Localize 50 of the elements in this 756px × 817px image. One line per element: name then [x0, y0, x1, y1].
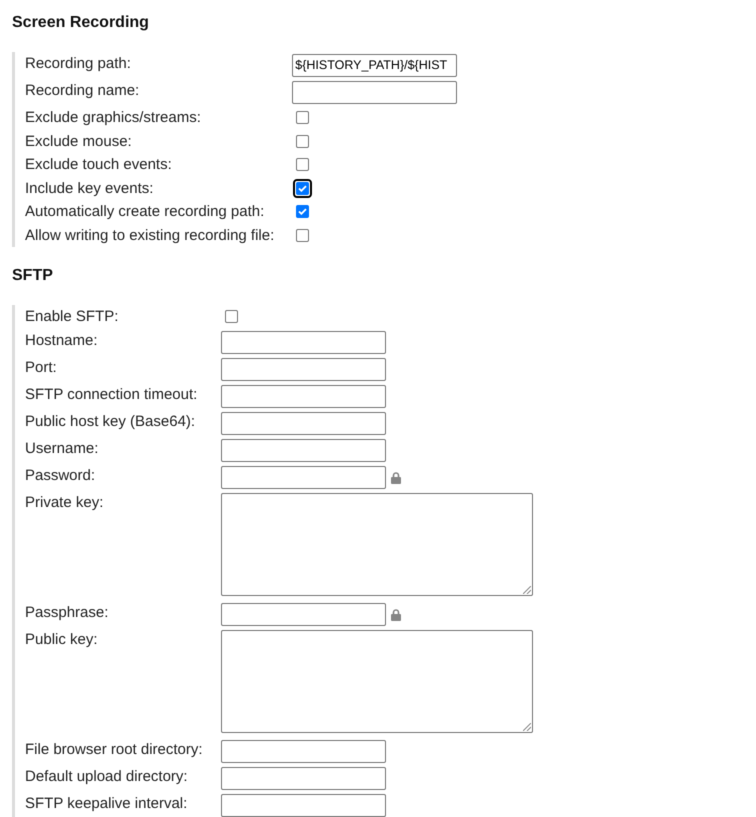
field-label: Public key:: [25, 630, 99, 650]
lock-icon: [390, 472, 401, 484]
field-label: Include key events:: [25, 178, 154, 198]
text-field[interactable]: [220, 412, 386, 434]
text-field[interactable]: [220, 766, 386, 790]
text-field[interactable]: [220, 602, 386, 626]
field-label: Recording name:: [25, 81, 140, 101]
text-field[interactable]: [220, 358, 386, 380]
section-heading: Screen Recording: [12, 13, 150, 33]
field-label: Password:: [25, 466, 96, 486]
checkbox[interactable]: [296, 228, 310, 242]
resize-grip-icon[interactable]: [522, 586, 531, 594]
checkbox[interactable]: [296, 111, 310, 124]
section-heading: SFTP: [12, 266, 54, 286]
field-label: Exclude mouse:: [25, 132, 133, 151]
field-label: Enable SFTP:: [25, 307, 120, 326]
text-field[interactable]: [220, 438, 386, 462]
field-label: SFTP connection timeout:: [25, 384, 198, 404]
field-label: SFTP keepalive interval:: [25, 794, 188, 814]
checkbox[interactable]: [296, 134, 310, 148]
text-field[interactable]: [220, 384, 386, 408]
field-label: File browser root directory:: [25, 740, 203, 760]
field-label: Username:: [25, 438, 100, 458]
text-area[interactable]: [220, 492, 533, 596]
field-label: Port:: [25, 358, 58, 378]
field-label: Allow writing to existing recording file:: [25, 226, 274, 245]
text-field[interactable]: [220, 740, 386, 762]
checkbox[interactable]: [296, 158, 310, 172]
lock-icon: [390, 609, 401, 621]
field-label: Passphrase:: [25, 602, 110, 622]
text-field[interactable]: ${HISTORY_PATH}/${HIST: [292, 54, 458, 77]
check-icon: [298, 184, 308, 192]
field-label: Exclude graphics/streams:: [25, 108, 202, 128]
field-label: Recording path:: [25, 54, 132, 74]
field-label: Automatically create recording path:: [25, 202, 266, 222]
checkbox[interactable]: [296, 205, 310, 218]
checkbox[interactable]: [293, 178, 312, 198]
checkbox[interactable]: [224, 310, 238, 324]
text-field[interactable]: [220, 466, 386, 488]
text-field[interactable]: [220, 330, 386, 354]
check-icon: [298, 208, 308, 216]
field-label: Public host key (Base64):: [25, 412, 196, 432]
field-label: Default upload directory:: [25, 766, 189, 786]
field-label: Private key:: [25, 492, 104, 512]
text-area[interactable]: [220, 630, 533, 732]
text-field[interactable]: [292, 81, 458, 104]
text-field[interactable]: [220, 794, 386, 816]
field-label: Hostname:: [25, 330, 99, 350]
resize-grip-icon[interactable]: [522, 722, 531, 730]
field-label: Exclude touch events:: [25, 155, 173, 174]
